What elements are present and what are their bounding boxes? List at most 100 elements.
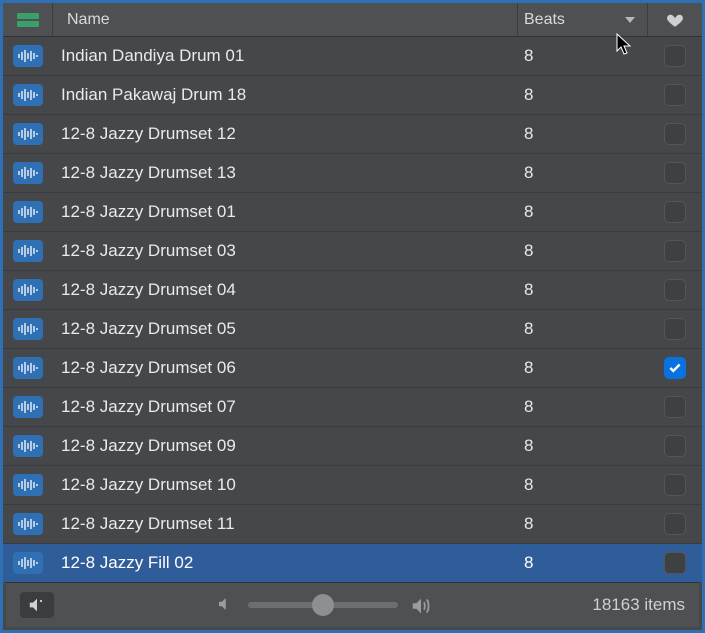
- row-name: 12-8 Jazzy Drumset 07: [61, 397, 518, 417]
- row-favorite-cell: [648, 240, 702, 262]
- preview-button[interactable]: [20, 592, 54, 618]
- row-name: 12-8 Jazzy Drumset 03: [61, 241, 518, 261]
- favorite-checkbox[interactable]: [664, 84, 686, 106]
- favorite-checkbox[interactable]: [664, 396, 686, 418]
- row-name: 12-8 Jazzy Drumset 13: [61, 163, 518, 183]
- row-beats: 8: [518, 124, 648, 144]
- table-row[interactable]: Indian Dandiya Drum 018: [3, 37, 702, 76]
- speaker-icon: [27, 597, 47, 613]
- table-row[interactable]: 12-8 Jazzy Drumset 078: [3, 388, 702, 427]
- column-header-beats-label: Beats: [524, 11, 565, 29]
- row-name: 12-8 Jazzy Fill 02: [61, 553, 518, 573]
- row-beats: 8: [518, 514, 648, 534]
- table-row[interactable]: 12-8 Jazzy Drumset 048: [3, 271, 702, 310]
- waveform-icon: [13, 240, 43, 262]
- favorite-checkbox[interactable]: [664, 318, 686, 340]
- row-name: 12-8 Jazzy Drumset 10: [61, 475, 518, 495]
- waveform-icon: [13, 474, 43, 496]
- row-favorite-cell: [648, 396, 702, 418]
- row-name: 12-8 Jazzy Drumset 12: [61, 124, 518, 144]
- row-beats: 8: [518, 436, 648, 456]
- table-row[interactable]: 12-8 Jazzy Drumset 058: [3, 310, 702, 349]
- column-header-name-label: Name: [67, 11, 110, 29]
- waveform-icon: [13, 357, 43, 379]
- row-beats: 8: [518, 280, 648, 300]
- row-favorite-cell: [648, 552, 702, 574]
- table-row[interactable]: 12-8 Jazzy Drumset 108: [3, 466, 702, 505]
- row-favorite-cell: [648, 318, 702, 340]
- row-name: 12-8 Jazzy Drumset 04: [61, 280, 518, 300]
- table-row[interactable]: Indian Pakawaj Drum 188: [3, 76, 702, 115]
- row-name: 12-8 Jazzy Drumset 06: [61, 358, 518, 378]
- favorite-checkbox[interactable]: [664, 513, 686, 535]
- table-row[interactable]: 12-8 Jazzy Drumset 098: [3, 427, 702, 466]
- row-favorite-cell: [648, 357, 702, 379]
- favorite-checkbox[interactable]: [664, 474, 686, 496]
- waveform-icon: [13, 162, 43, 184]
- table-row[interactable]: 12-8 Jazzy Drumset 128: [3, 115, 702, 154]
- favorite-checkbox[interactable]: [664, 45, 686, 67]
- table-row[interactable]: 12-8 Jazzy Drumset 038: [3, 232, 702, 271]
- waveform-icon: [13, 396, 43, 418]
- waveform-icon: [13, 513, 43, 535]
- waveform-icon: [13, 84, 43, 106]
- footer-bar: 18163 items: [6, 582, 699, 627]
- favorite-checkbox[interactable]: [664, 240, 686, 262]
- waveform-icon: [13, 435, 43, 457]
- column-header-name[interactable]: Name: [53, 3, 518, 36]
- row-beats: 8: [518, 202, 648, 222]
- row-favorite-cell: [648, 45, 702, 67]
- row-favorite-cell: [648, 162, 702, 184]
- view-mode-button[interactable]: [3, 3, 53, 36]
- favorite-checkbox[interactable]: [664, 123, 686, 145]
- row-name: 12-8 Jazzy Drumset 09: [61, 436, 518, 456]
- row-favorite-cell: [648, 279, 702, 301]
- column-header-favorite[interactable]: [648, 3, 702, 36]
- volume-control: [54, 595, 592, 615]
- row-name: 12-8 Jazzy Drumset 11: [61, 514, 518, 534]
- row-favorite-cell: [648, 474, 702, 496]
- row-favorite-cell: [648, 201, 702, 223]
- volume-high-icon: [410, 595, 430, 615]
- favorite-checkbox[interactable]: [664, 201, 686, 223]
- favorite-checkbox[interactable]: [664, 279, 686, 301]
- row-beats: 8: [518, 553, 648, 573]
- row-name: Indian Dandiya Drum 01: [61, 46, 518, 66]
- row-favorite-cell: [648, 123, 702, 145]
- favorite-checkbox[interactable]: [664, 552, 686, 574]
- row-favorite-cell: [648, 435, 702, 457]
- column-header-beats[interactable]: Beats: [518, 3, 648, 36]
- table-row[interactable]: 12-8 Jazzy Drumset 118: [3, 505, 702, 544]
- row-favorite-cell: [648, 513, 702, 535]
- row-beats: 8: [518, 358, 648, 378]
- row-favorite-cell: [648, 84, 702, 106]
- loop-list: Indian Dandiya Drum 018Indian Pakawaj Dr…: [3, 37, 702, 582]
- table-row[interactable]: 12-8 Jazzy Drumset 138: [3, 154, 702, 193]
- waveform-icon: [13, 318, 43, 340]
- items-count: 18163 items: [592, 595, 685, 615]
- favorite-checkbox[interactable]: [664, 162, 686, 184]
- table-row[interactable]: 12-8 Jazzy Fill 028: [3, 544, 702, 582]
- row-name: Indian Pakawaj Drum 18: [61, 85, 518, 105]
- row-beats: 8: [518, 46, 648, 66]
- waveform-icon: [13, 45, 43, 67]
- row-beats: 8: [518, 475, 648, 495]
- row-beats: 8: [518, 241, 648, 261]
- waveform-icon: [13, 123, 43, 145]
- volume-slider-knob[interactable]: [312, 594, 334, 616]
- chevron-down-icon: [625, 17, 635, 23]
- heart-icon: [666, 11, 684, 29]
- row-beats: 8: [518, 85, 648, 105]
- row-name: 12-8 Jazzy Drumset 05: [61, 319, 518, 339]
- row-beats: 8: [518, 319, 648, 339]
- list-view-icon: [17, 13, 39, 27]
- table-row[interactable]: 12-8 Jazzy Drumset 018: [3, 193, 702, 232]
- volume-low-icon: [216, 595, 236, 615]
- favorite-checkbox[interactable]: [664, 357, 686, 379]
- row-beats: 8: [518, 163, 648, 183]
- waveform-icon: [13, 201, 43, 223]
- waveform-icon: [13, 552, 43, 574]
- favorite-checkbox[interactable]: [664, 435, 686, 457]
- table-row[interactable]: 12-8 Jazzy Drumset 068: [3, 349, 702, 388]
- volume-slider[interactable]: [248, 602, 398, 608]
